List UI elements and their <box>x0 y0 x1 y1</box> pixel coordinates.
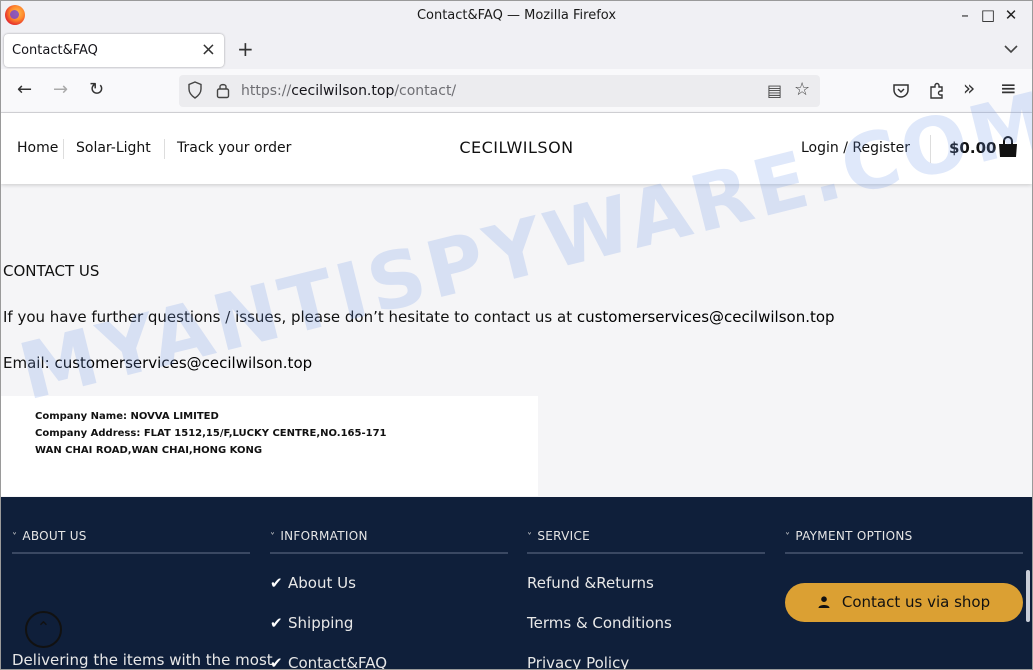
url-host: cecilwilson.top <box>291 83 395 99</box>
contact-email-link[interactable]: customerservices@cecilwilson.top <box>577 308 835 326</box>
contact-content: CONTACT US If you have further questions… <box>1 184 1032 497</box>
company-info-image: Company Name: NOVVA LIMITED Company Addr… <box>1 396 538 496</box>
chevron-down-icon: ˅ <box>527 532 533 543</box>
contact-button-label: Contact us via shop <box>841 593 991 611</box>
bookmark-star-icon[interactable]: ☆ <box>794 79 810 100</box>
footer-divider <box>12 552 250 554</box>
login-register-link[interactable]: Login / Register <box>801 140 910 156</box>
company-name: NOVVA LIMITED <box>130 411 219 422</box>
company-address-line-2: WAN CHAI ROAD,WAN CHAI,HONG KONG <box>35 445 263 456</box>
url-path: /contact/ <box>394 83 457 99</box>
title-bar: Contact&FAQ — Mozilla Firefox – □ ✕ <box>1 1 1032 31</box>
scrollbar-thumb[interactable] <box>1026 570 1030 622</box>
tab-strip: Contact&FAQ × + <box>1 31 1032 69</box>
email-line: Email: customerservices@cecilwilson.top <box>3 354 312 372</box>
footer-service-title[interactable]: ˅ SERVICE <box>527 529 590 543</box>
list-all-tabs-chevron-icon[interactable] <box>1004 39 1018 58</box>
footer-link-contact-faq[interactable]: ✔ Contact&FAQ <box>270 654 387 669</box>
checkmark-icon: ✔ <box>270 574 283 592</box>
chevron-down-icon: ˅ <box>270 532 276 543</box>
footer-information-title[interactable]: ˅ INFORMATION <box>270 529 368 543</box>
footer-link-terms[interactable]: Terms & Conditions <box>527 614 672 632</box>
forward-button[interactable]: → <box>53 79 68 101</box>
site-footer: ˅ ABOUT US ˅ INFORMATION ˅ SERVICE ˅ PAYMENT… <box>1 497 1032 669</box>
window-title: Contact&FAQ — Mozilla Firefox <box>416 8 617 23</box>
contact-paragraph-text: If you have further questions / issues, … <box>3 308 577 326</box>
cart-total[interactable]: $0.00 <box>949 139 996 157</box>
app-menu-icon[interactable]: ≡ <box>1000 77 1017 99</box>
person-icon <box>818 596 830 608</box>
close-window-button[interactable]: ✕ <box>988 1 1032 31</box>
contact-paragraph: If you have further questions / issues, … <box>3 308 835 326</box>
extensions-puzzle-icon[interactable] <box>928 82 946 100</box>
navigation-toolbar: ← → ↻ https://cecilwilson.top/contact/ ▤… <box>1 69 1032 113</box>
footer-about-title[interactable]: ˅ ABOUT US <box>12 529 87 543</box>
company-address-line: Company Address: FLAT 1512,15/F,LUCKY CE… <box>35 428 387 439</box>
company-name-label: Company Name: <box>35 411 131 422</box>
footer-divider <box>785 552 1023 554</box>
site-header: Home Solar-Light Track your order CECILW… <box>1 113 1032 184</box>
back-button[interactable]: ← <box>17 79 32 101</box>
chevron-down-icon: ˅ <box>12 532 18 543</box>
lock-icon[interactable] <box>216 81 230 99</box>
footer-link-refund[interactable]: Refund &Returns <box>527 574 654 592</box>
footer-link-about-us[interactable]: ✔ About Us <box>270 574 356 592</box>
footer-divider <box>527 552 765 554</box>
reader-view-icon[interactable]: ▤ <box>767 81 782 100</box>
back-to-top-button[interactable]: ⌃ <box>25 611 62 648</box>
close-tab-icon[interactable]: × <box>201 39 216 60</box>
tab-label: Contact&FAQ <box>12 43 98 58</box>
email-label: Email: <box>3 354 55 372</box>
browser-window: Contact&FAQ — Mozilla Firefox – □ ✕ Cont… <box>0 0 1033 670</box>
pocket-icon[interactable] <box>892 82 910 100</box>
footer-about-text: Delivering the items with the most <box>12 651 273 669</box>
contact-us-via-shop-button[interactable]: Contact us via shop <box>785 583 1023 622</box>
checkmark-icon: ✔ <box>270 614 283 632</box>
footer-divider <box>270 552 508 554</box>
footer-link-privacy[interactable]: Privacy Policy <box>527 654 629 669</box>
more-tools-icon[interactable]: » <box>963 77 975 99</box>
header-divider <box>930 135 931 163</box>
footer-payment-title[interactable]: ˅ PAYMENT OPTIONS <box>785 529 913 543</box>
chevron-down-icon: ˅ <box>785 532 791 543</box>
url-bar[interactable]: https://cecilwilson.top/contact/ ▤ ☆ <box>179 75 820 107</box>
company-address-1: FLAT 1512,15/F,LUCKY CENTRE,NO.165-171 <box>143 428 387 439</box>
footer-link-shipping[interactable]: ✔ Shipping <box>270 614 353 632</box>
contact-heading: CONTACT US <box>3 262 100 280</box>
tab-contact-faq[interactable]: Contact&FAQ × <box>4 34 224 67</box>
shield-icon[interactable] <box>187 81 203 99</box>
reload-button[interactable]: ↻ <box>89 79 104 101</box>
company-address-label: Company Address: <box>35 428 144 439</box>
new-tab-button[interactable]: + <box>237 37 254 61</box>
url-scheme: https:// <box>241 83 292 99</box>
company-name-line: Company Name: NOVVA LIMITED <box>35 411 219 422</box>
url-text[interactable]: https://cecilwilson.top/contact/ <box>241 83 456 99</box>
email-address[interactable]: customerservices@cecilwilson.top <box>54 354 312 372</box>
shopping-bag-icon[interactable] <box>998 136 1018 158</box>
